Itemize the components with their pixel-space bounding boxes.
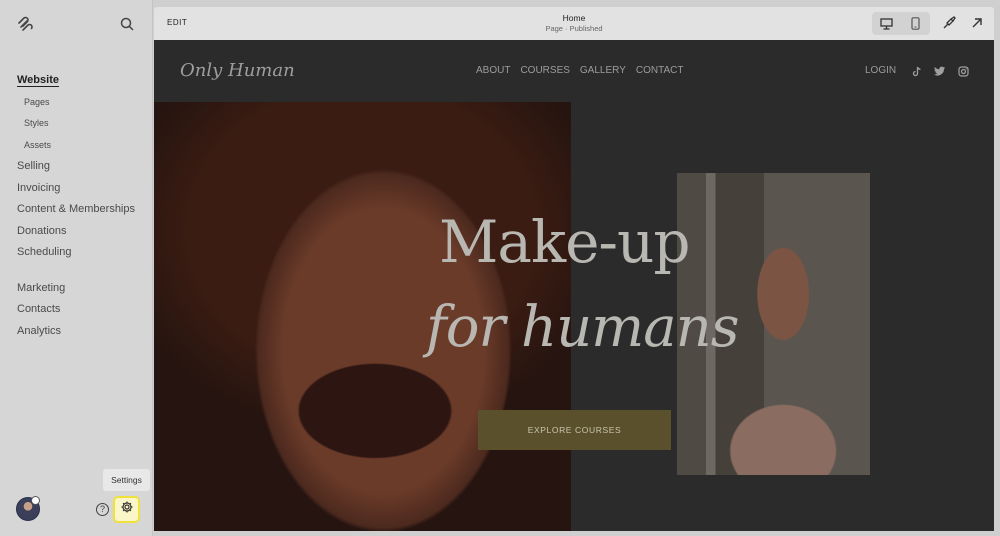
sidebar-item-website[interactable]: Website [17, 72, 153, 94]
hero-subheadline[interactable]: for humans [426, 295, 739, 360]
site-logo-text[interactable]: Only Human [180, 60, 295, 81]
hero-headline[interactable]: Make-up [439, 208, 691, 276]
device-toggle [872, 12, 930, 35]
site-nav-courses[interactable]: COURSES [520, 65, 569, 76]
sidebar-item-marketing[interactable]: Marketing [17, 280, 153, 302]
tiktok-icon[interactable] [911, 65, 923, 77]
site-preview[interactable]: Only Human ABOUT COURSES GALLERY CONTACT… [154, 40, 994, 531]
paintbrush-icon[interactable] [939, 13, 959, 33]
sidebar-item-invoicing[interactable]: Invoicing [17, 180, 153, 202]
sidebar-subitem-styles[interactable]: Styles [17, 115, 153, 137]
site-nav-gallery[interactable]: GALLERY [580, 65, 626, 76]
sidebar-subitem-assets[interactable]: Assets [17, 137, 153, 159]
search-icon[interactable] [119, 16, 135, 32]
gear-icon [120, 500, 134, 519]
site-nav: ABOUT COURSES GALLERY CONTACT [476, 65, 683, 76]
site-nav-contact[interactable]: CONTACT [636, 65, 684, 76]
settings-button[interactable] [113, 496, 140, 523]
sidebar-item-contacts[interactable]: Contacts [17, 301, 153, 323]
desktop-icon [880, 17, 893, 30]
settings-tooltip: Settings [103, 469, 150, 491]
sidebar-subitem-pages[interactable]: Pages [17, 94, 153, 116]
instagram-icon[interactable] [957, 65, 969, 77]
sidebar-item-scheduling[interactable]: Scheduling [17, 244, 153, 266]
sidebar-item-selling[interactable]: Selling [17, 158, 153, 180]
explore-courses-button[interactable]: EXPLORE COURSES [478, 410, 671, 450]
sidebar-item-donations[interactable]: Donations [17, 223, 153, 245]
mobile-icon [911, 17, 920, 30]
page-title: Home [562, 13, 586, 23]
help-button[interactable]: ? [96, 503, 109, 516]
sidebar-nav: Website Pages Styles Assets Selling Invo… [17, 72, 153, 344]
sidebar-item-analytics[interactable]: Analytics [17, 323, 153, 345]
app-window: Website Pages Styles Assets Selling Invo… [0, 0, 1000, 536]
page-status: Page · Published [545, 24, 603, 33]
site-login-link[interactable]: LOGIN [865, 65, 896, 76]
squarespace-logo-icon[interactable] [16, 15, 34, 33]
twitter-icon[interactable] [934, 65, 946, 77]
desktop-view-button[interactable] [872, 12, 901, 35]
arrow-up-right-icon[interactable] [967, 13, 987, 33]
avatar-badge [31, 496, 40, 505]
sidebar: Website Pages Styles Assets Selling Invo… [0, 0, 153, 536]
site-nav-about[interactable]: ABOUT [476, 65, 510, 76]
editor-toolbar: EDIT Home Page · Published [154, 7, 994, 40]
mobile-view-button[interactable] [901, 12, 930, 35]
sidebar-item-content-memberships[interactable]: Content & Memberships [17, 201, 153, 223]
